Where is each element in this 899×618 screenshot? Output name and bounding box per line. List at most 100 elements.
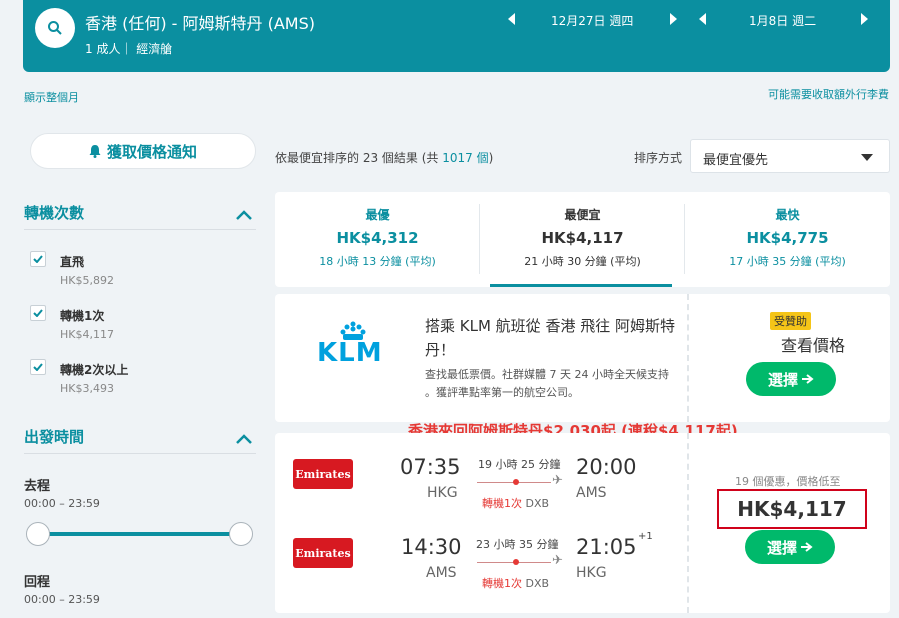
depart-time: 07:35 <box>400 455 461 479</box>
arrow-right-icon <box>801 542 813 552</box>
price-highlight-box: HK$4,117 <box>717 489 867 529</box>
return-date[interactable]: 1月8日 週二 <box>749 12 816 29</box>
card-divider <box>687 433 689 613</box>
depart-date[interactable]: 12月27日 週四 <box>551 12 633 29</box>
stops-option-label: 轉機1次 <box>60 309 105 323</box>
flight-select-button[interactable]: 選擇 <box>745 530 835 564</box>
tab-price: HK$4,775 <box>746 229 829 247</box>
stops-option-price: HK$5,892 <box>60 274 114 287</box>
tab-cheapest[interactable]: 最便宜 HK$4,117 21 小時 30 分鐘 (平均) <box>480 192 685 287</box>
bell-icon <box>89 145 101 158</box>
passenger-class-text: 1 成人｜ 經濟艙 <box>85 42 173 56</box>
two-plus-stops-checkbox[interactable] <box>30 359 46 375</box>
search-icon <box>48 21 62 35</box>
one-stop-checkbox[interactable] <box>30 305 46 321</box>
outbound-slider-track[interactable] <box>38 532 241 536</box>
deals-count-text: 19 個優惠，價格低至 <box>735 475 841 488</box>
ad-description: 查找最低票價。社群媒體 7 天 24 小時全天候支持 。獲評準點率第一的航空公司… <box>425 368 669 399</box>
tab-title: 最便宜 <box>564 208 601 222</box>
results-total-link[interactable]: 1017 個 <box>442 151 488 165</box>
search-button[interactable] <box>35 8 75 48</box>
arrive-airport: HKG <box>576 565 607 581</box>
price-alert-button[interactable]: 獲取價格通知 <box>30 133 256 169</box>
arrive-time: 20:00 <box>576 455 637 479</box>
route-text: 香港 (任何) - 阿姆斯特丹 (AMS) <box>85 14 315 33</box>
klm-logo: KLM <box>315 320 391 370</box>
depart-date-prev-arrow[interactable] <box>505 12 519 26</box>
results-count-prefix: 依最便宜排序的 23 個結果 (共 <box>275 151 443 165</box>
airline-logo: Emirates <box>293 459 353 489</box>
arrive-airport: AMS <box>576 485 607 501</box>
sponsored-badge: 受贊助 <box>770 312 811 330</box>
divider <box>24 453 256 454</box>
results-count: 依最便宜排序的 23 個結果 (共 1017 個) <box>275 149 493 166</box>
tab-fastest[interactable]: 最快 HK$4,775 17 小時 35 分鐘 (平均) <box>685 192 890 287</box>
stops-option-label: 轉機2次以上 <box>60 363 129 377</box>
depart-airport: HKG <box>427 485 458 501</box>
checkmark-icon <box>33 363 43 371</box>
tab-duration: 21 小時 30 分鐘 (平均) <box>524 255 641 268</box>
sort-selected-value: 最便宜優先 <box>703 153 769 168</box>
stop-airport: DXB <box>525 577 550 590</box>
airline-logo: Emirates <box>293 538 353 568</box>
ad-select-button[interactable]: 選擇 <box>746 362 836 396</box>
stop-dot <box>513 559 519 565</box>
stop-airport: DXB <box>525 497 550 510</box>
stops-filter-title[interactable]: 轉機次數 <box>24 202 84 223</box>
select-button-label: 選擇 <box>767 370 798 389</box>
collapse-time-chevron-icon[interactable] <box>236 429 252 448</box>
next-day-indicator: +1 <box>638 531 653 542</box>
sort-label: 排序方式 <box>634 151 683 165</box>
return-date-prev-arrow[interactable] <box>696 12 710 26</box>
tab-price: HK$4,117 <box>541 229 624 247</box>
checkmark-icon <box>33 255 43 263</box>
tab-best[interactable]: 最優 HK$4,312 18 小時 13 分鐘 (平均) <box>275 192 480 287</box>
checkmark-icon <box>33 309 43 317</box>
arrive-time: 21:05 <box>576 535 637 559</box>
depart-date-next-arrow[interactable] <box>666 12 680 26</box>
caret-right-icon <box>861 13 868 25</box>
stop-info: 轉機1次 DXB <box>482 495 549 511</box>
stop-info: 轉機1次 DXB <box>482 575 549 591</box>
return-label: 回程 <box>24 575 51 590</box>
tab-title: 最優 <box>365 208 390 222</box>
depart-time: 14:30 <box>401 535 462 559</box>
sort-dropdown[interactable]: 最便宜優先 <box>690 139 890 173</box>
direct-checkbox[interactable] <box>30 251 46 267</box>
plane-icon: ✈ <box>552 553 563 568</box>
stops-option-label: 直飛 <box>60 255 85 269</box>
outbound-label: 去程 <box>24 479 51 494</box>
sponsored-ad-card[interactable]: KLM 搭乘 KLM 航班從 香港 飛往 阿姆斯特丹！ 查找最低票價。社群媒體 … <box>275 294 890 422</box>
outbound-slider-max-handle[interactable] <box>229 522 253 546</box>
view-price-text: 查看價格 <box>780 336 845 355</box>
stop-count: 轉機1次 <box>482 497 522 510</box>
return-range: 00:00 – 23:59 <box>24 593 100 606</box>
sort-tabs: 最優 HK$4,312 18 小時 13 分鐘 (平均) 最便宜 HK$4,11… <box>275 192 890 287</box>
ad-title[interactable]: 搭乘 KLM 航班從 香港 飛往 阿姆斯特丹！ <box>425 314 675 362</box>
flight-price: HK$4,117 <box>737 497 847 521</box>
return-date-next-arrow[interactable] <box>857 12 871 26</box>
card-divider <box>687 294 689 422</box>
caret-left-icon <box>508 13 515 25</box>
klm-logo-text: KLM <box>317 338 383 368</box>
outbound-range: 00:00 – 23:59 <box>24 497 100 510</box>
tab-price: HK$4,312 <box>336 229 419 247</box>
results-count-suffix: ) <box>488 151 494 165</box>
show-whole-month-link[interactable]: 顯示整個月 <box>24 89 79 105</box>
dropdown-caret-icon <box>861 154 873 161</box>
depart-airport: AMS <box>426 565 457 581</box>
flight-result-card[interactable]: Emirates 07:35 HKG 19 小時 25 分鐘 ✈ 轉機1次 DX… <box>275 433 890 613</box>
stop-dot <box>513 479 519 485</box>
outbound-slider-min-handle[interactable] <box>26 522 50 546</box>
select-button-label: 選擇 <box>766 538 797 557</box>
flight-duration: 19 小時 25 分鐘 <box>478 458 561 471</box>
extra-baggage-fee-link[interactable]: 可能需要收取額外行李費 <box>768 86 889 102</box>
collapse-stops-chevron-icon[interactable] <box>236 205 252 224</box>
active-tab-indicator <box>490 284 672 287</box>
stop-count: 轉機1次 <box>482 577 522 590</box>
plane-icon: ✈ <box>552 473 563 488</box>
caret-right-icon <box>670 13 677 25</box>
tab-duration: 17 小時 35 分鐘 (平均) <box>729 255 846 268</box>
departure-time-filter-title[interactable]: 出發時間 <box>24 426 84 447</box>
search-summary-bar[interactable]: 香港 (任何) - 阿姆斯特丹 (AMS) 1 成人｜ 經濟艙 12月27日 週… <box>23 0 890 72</box>
